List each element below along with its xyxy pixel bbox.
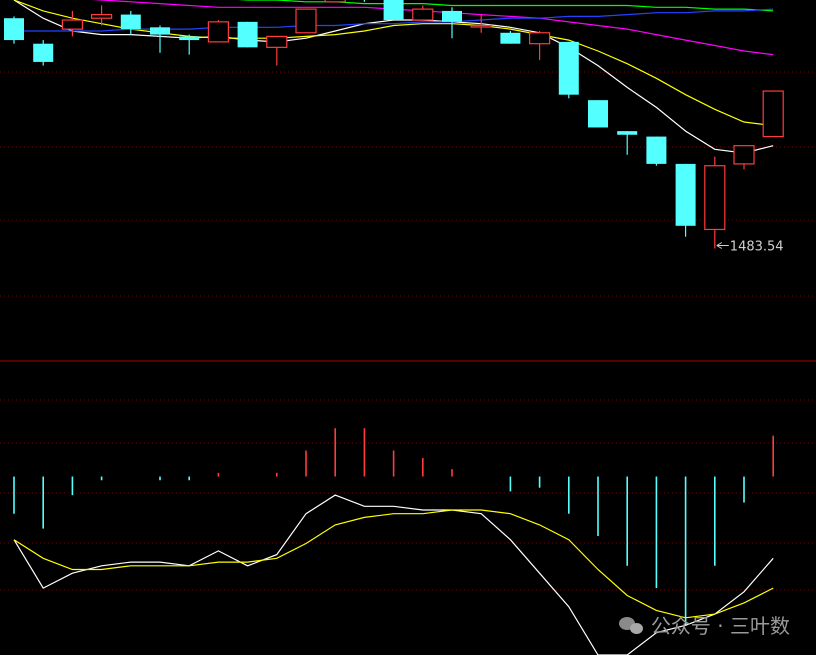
candle-body bbox=[207, 21, 229, 43]
candle-body bbox=[383, 0, 404, 21]
watermark-text: 公众号 · 三叶数 bbox=[650, 614, 790, 638]
candle-body bbox=[90, 13, 113, 19]
candle-body bbox=[33, 43, 54, 62]
candle-body bbox=[442, 10, 462, 22]
candle-body bbox=[558, 41, 579, 95]
candle-body bbox=[295, 8, 317, 34]
candle-body bbox=[150, 27, 170, 35]
candle-body bbox=[500, 32, 521, 44]
candle-body bbox=[646, 136, 667, 164]
candle-body bbox=[617, 131, 638, 135]
wechat-icon bbox=[618, 615, 645, 635]
candle-body bbox=[412, 8, 434, 21]
candle-body bbox=[470, 24, 492, 28]
candle-body bbox=[120, 14, 141, 30]
candle-body bbox=[528, 32, 551, 45]
candle-body bbox=[237, 21, 258, 48]
candle-body bbox=[588, 100, 608, 128]
watermark: 公众号 · 三叶数 bbox=[618, 610, 790, 639]
candle-body bbox=[179, 36, 200, 41]
candle-body bbox=[4, 18, 24, 41]
candle-body bbox=[61, 19, 84, 30]
candle-body bbox=[704, 165, 726, 231]
stock-chart: 1483.54 bbox=[0, 0, 816, 655]
candle-body bbox=[324, 0, 346, 3]
candle-body bbox=[266, 35, 288, 48]
candle-body bbox=[733, 145, 755, 165]
dea-line bbox=[13, 509, 774, 619]
candle-body bbox=[762, 90, 784, 138]
low-price-label: 1483.54 bbox=[730, 240, 784, 255]
candle-body bbox=[675, 163, 696, 226]
